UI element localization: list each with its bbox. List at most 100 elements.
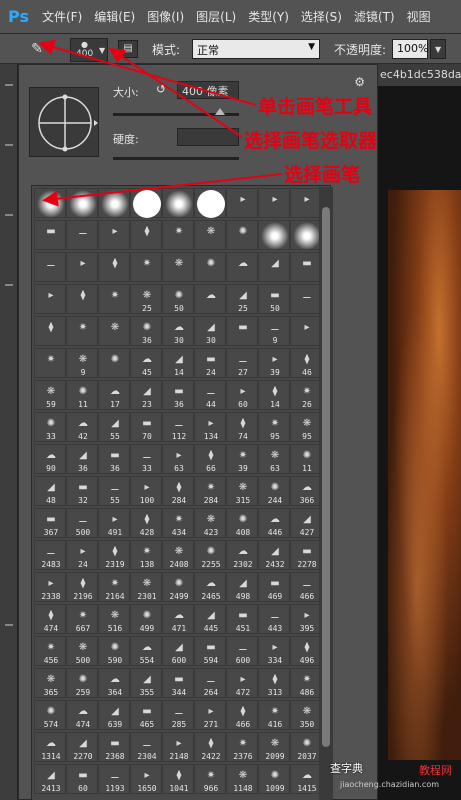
brush-preset-cell[interactable]: ▬ bbox=[226, 316, 258, 346]
brush-preset-cell[interactable]: ◢ 30 bbox=[194, 316, 226, 346]
brush-preset-cell[interactable]: ▬ 465 bbox=[130, 700, 162, 730]
brush-preset-cell[interactable]: ☁ 366 bbox=[290, 476, 322, 506]
brush-preset-cell[interactable]: ✺ 11 bbox=[66, 380, 98, 410]
brush-preset-cell[interactable]: ✷ 284 bbox=[194, 476, 226, 506]
brush-preset-cell[interactable]: ✺ 574 bbox=[34, 700, 66, 730]
menu-layer[interactable]: 图层(L) bbox=[190, 8, 242, 25]
brush-preset-cell[interactable]: ⧫ bbox=[98, 252, 130, 282]
brush-preset-cell[interactable]: ▬ 2278 bbox=[290, 540, 322, 570]
brush-preset-cell[interactable]: ❋ 59 bbox=[34, 380, 66, 410]
scrollbar[interactable] bbox=[319, 187, 333, 800]
brush-preset-cell[interactable]: ▬ 344 bbox=[162, 668, 194, 698]
brush-preset-cell[interactable]: ✺ 1099 bbox=[258, 764, 290, 794]
brush-preset-cell[interactable]: ◢ 2270 bbox=[66, 732, 98, 762]
brush-preset-cell[interactable]: ☁ 1314 bbox=[34, 732, 66, 762]
brush-preset-cell[interactable]: ⚊ 500 bbox=[66, 508, 98, 538]
brush-preset-cell[interactable]: ☁ 17 bbox=[98, 380, 130, 410]
menu-type[interactable]: 类型(Y) bbox=[242, 8, 295, 25]
brush-preset-cell[interactable]: ⧫ 313 bbox=[258, 668, 290, 698]
brush-preset-cell[interactable]: ⧫ 1041 bbox=[162, 764, 194, 794]
brush-panel-toggle-icon[interactable]: ▤ bbox=[118, 40, 138, 58]
brush-preset-cell[interactable]: ☁ 471 bbox=[162, 604, 194, 634]
brush-preset-cell[interactable]: ◢ 25 bbox=[226, 284, 258, 314]
reset-size-icon[interactable]: ↺ bbox=[156, 82, 166, 96]
brush-preset-cell[interactable]: ⚊ 264 bbox=[194, 668, 226, 698]
brush-preset-cell[interactable]: ❋ 9 bbox=[66, 348, 98, 378]
brush-preset-cell[interactable]: ☁ 2465 bbox=[194, 572, 226, 602]
brush-preset-cell[interactable]: ⚊ bbox=[290, 284, 322, 314]
mode-select[interactable]: 正常 ▼ bbox=[192, 39, 320, 59]
brush-preset-cell[interactable]: ⚊ 285 bbox=[162, 700, 194, 730]
brush-preset-cell[interactable]: ⧫ 2422 bbox=[194, 732, 226, 762]
brush-preset-cell[interactable]: ✺ bbox=[98, 348, 130, 378]
brush-preset-cell[interactable]: ⧫ 428 bbox=[130, 508, 162, 538]
brush-preset-cell[interactable]: ⚊ 55 bbox=[98, 476, 130, 506]
brush-preset-cell[interactable]: ✺ 590 bbox=[98, 636, 130, 666]
brush-preset-cell[interactable]: ▸ bbox=[226, 188, 258, 218]
brush-preset-cell[interactable]: ◢ 23 bbox=[130, 380, 162, 410]
brush-preset-cell[interactable] bbox=[98, 188, 130, 218]
brush-preset-cell[interactable]: ⚊ 600 bbox=[226, 636, 258, 666]
brush-preset-cell[interactable]: ❋ bbox=[98, 316, 130, 346]
brush-picker-button[interactable]: ● 400 ▼ bbox=[70, 38, 108, 62]
brush-tool-icon[interactable]: ✎ bbox=[26, 38, 48, 60]
brush-preset-cell[interactable]: ❋ bbox=[162, 252, 194, 282]
brush-preset-cell[interactable] bbox=[290, 220, 322, 250]
menu-file[interactable]: 文件(F) bbox=[36, 8, 88, 25]
brush-preset-cell[interactable]: ▸ 60 bbox=[226, 380, 258, 410]
brush-preset-cell[interactable]: ▸ 1650 bbox=[130, 764, 162, 794]
brush-preset-cell[interactable]: ✷ 416 bbox=[258, 700, 290, 730]
size-slider-thumb[interactable] bbox=[215, 108, 225, 115]
brush-preset-cell[interactable] bbox=[258, 220, 290, 250]
brush-preset-cell[interactable]: ✷ bbox=[130, 252, 162, 282]
brush-preset-cell[interactable]: ☁ 45 bbox=[130, 348, 162, 378]
brush-preset-cell[interactable]: ❋ 1148 bbox=[226, 764, 258, 794]
brush-preset-cell[interactable]: ☁ bbox=[194, 284, 226, 314]
brush-preset-cell[interactable]: ❋ 315 bbox=[226, 476, 258, 506]
brush-preset-cell[interactable]: ⚊ bbox=[34, 252, 66, 282]
brush-preset-cell[interactable]: ⧫ 74 bbox=[226, 412, 258, 442]
brush-preset-cell[interactable]: ▬ 451 bbox=[226, 604, 258, 634]
brush-preset-cell[interactable] bbox=[130, 188, 162, 218]
brush-preset-cell[interactable]: ✷ bbox=[162, 220, 194, 250]
brush-preset-cell[interactable]: ⧫ 46 bbox=[290, 348, 322, 378]
brush-preset-cell[interactable]: ◢ bbox=[258, 252, 290, 282]
brush-preset-cell[interactable]: ◢ 355 bbox=[130, 668, 162, 698]
brush-preset-cell[interactable]: ⚊ 466 bbox=[290, 572, 322, 602]
brush-preset-cell[interactable]: ❋ 2301 bbox=[130, 572, 162, 602]
brush-preset-cell[interactable]: ▬ bbox=[290, 252, 322, 282]
brush-preset-cell[interactable]: ⧫ bbox=[66, 284, 98, 314]
brush-preset-cell[interactable]: ▸ 100 bbox=[130, 476, 162, 506]
brush-preset-cell[interactable]: ✷ bbox=[34, 348, 66, 378]
brush-preset-cell[interactable]: ✺ bbox=[194, 252, 226, 282]
brush-angle-preview[interactable] bbox=[29, 87, 99, 157]
brush-preset-cell[interactable]: ⧫ 496 bbox=[290, 636, 322, 666]
brush-preset-cell[interactable]: ◢ 55 bbox=[98, 412, 130, 442]
brush-preset-cell[interactable]: ⚊ 2304 bbox=[130, 732, 162, 762]
brush-preset-cell[interactable]: ⚊ 112 bbox=[162, 412, 194, 442]
brush-preset-cell[interactable]: ✷ 138 bbox=[130, 540, 162, 570]
brush-preset-cell[interactable]: ▸ 271 bbox=[194, 700, 226, 730]
brush-preset-cell[interactable]: ▬ 594 bbox=[194, 636, 226, 666]
brush-preset-cell[interactable]: ▬ 60 bbox=[66, 764, 98, 794]
brush-preset-cell[interactable]: ▸ 63 bbox=[162, 444, 194, 474]
brush-preset-cell[interactable]: ☁ 2302 bbox=[226, 540, 258, 570]
brush-preset-cell[interactable]: ◢ 48 bbox=[34, 476, 66, 506]
hardness-input[interactable] bbox=[177, 128, 239, 146]
brush-preset-cell[interactable]: ◢ 498 bbox=[226, 572, 258, 602]
brush-preset-cell[interactable]: ✺ 408 bbox=[226, 508, 258, 538]
brush-preset-cell[interactable]: ❋ 2408 bbox=[162, 540, 194, 570]
brush-preset-cell[interactable]: ☁ 42 bbox=[66, 412, 98, 442]
brush-preset-cell[interactable]: ☁ 1415 bbox=[290, 764, 322, 794]
brush-preset-cell[interactable]: ✺ 499 bbox=[130, 604, 162, 634]
brush-preset-cell[interactable]: ▸ 472 bbox=[226, 668, 258, 698]
brush-preset-cell[interactable]: ◢ 445 bbox=[194, 604, 226, 634]
brush-preset-cell[interactable]: ✷ 26 bbox=[290, 380, 322, 410]
brush-preset-cell[interactable]: ▬ 367 bbox=[34, 508, 66, 538]
brush-preset-cell[interactable]: ▸ bbox=[258, 188, 290, 218]
brush-preset-cell[interactable]: ✺ 33 bbox=[34, 412, 66, 442]
brush-preset-cell[interactable]: ▸ 2338 bbox=[34, 572, 66, 602]
brush-preset-cell[interactable]: ✷ 486 bbox=[290, 668, 322, 698]
brush-preset-cell[interactable]: ▬ 36 bbox=[162, 380, 194, 410]
brush-preset-cell[interactable]: ✷ 667 bbox=[66, 604, 98, 634]
